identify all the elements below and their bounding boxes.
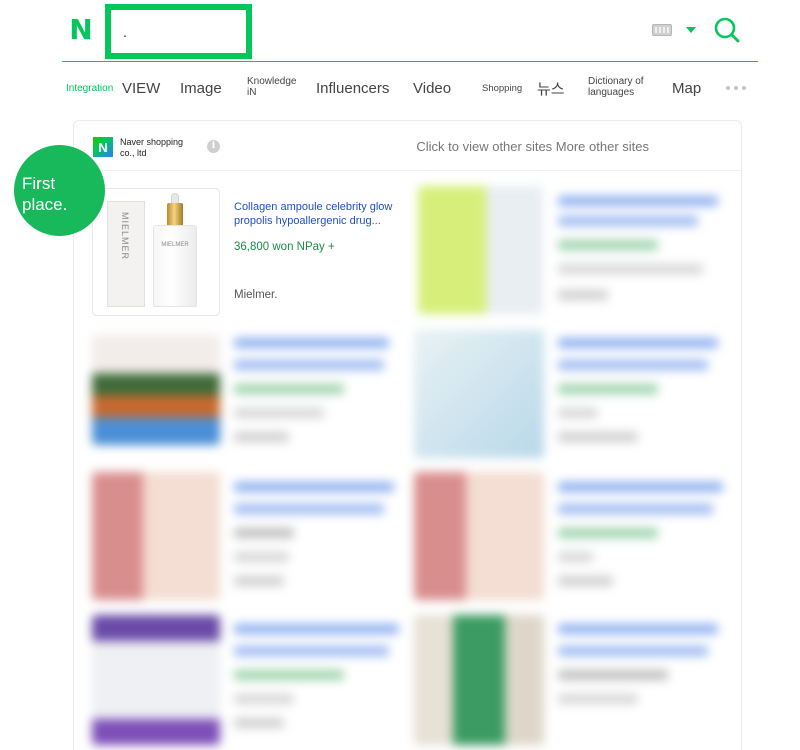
result-image[interactable] [92, 472, 220, 600]
result-image[interactable] [414, 330, 544, 458]
result-image[interactable] [414, 472, 544, 600]
result-image[interactable] [92, 335, 220, 445]
result-image[interactable] [414, 615, 544, 745]
result-image[interactable] [92, 615, 220, 745]
result-image[interactable] [418, 186, 543, 314]
blurred-results [0, 0, 800, 750]
